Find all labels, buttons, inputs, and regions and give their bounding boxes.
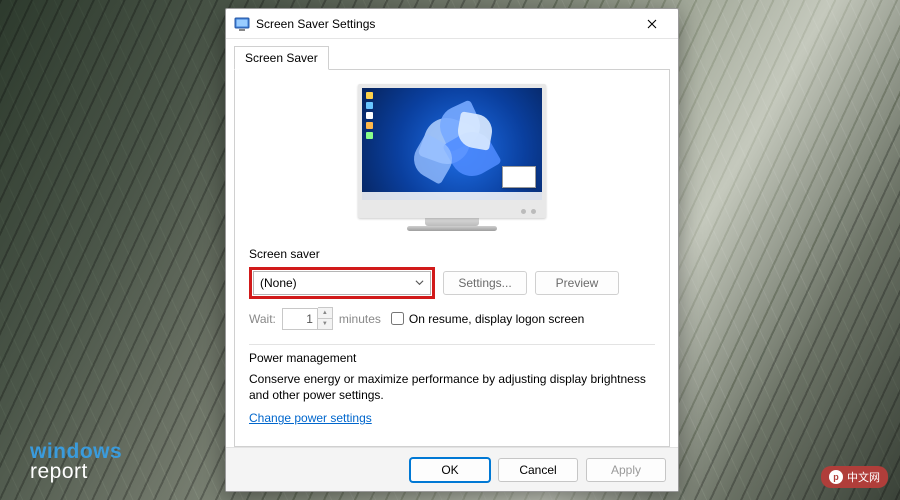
cancel-button[interactable]: Cancel: [498, 458, 578, 482]
dialog-footer: OK Cancel Apply: [226, 447, 678, 491]
preview-screen: [362, 88, 542, 200]
on-resume-label: On resume, display logon screen: [409, 312, 584, 326]
spinner-up-icon[interactable]: ▲: [318, 308, 332, 319]
settings-button[interactable]: Settings...: [443, 271, 527, 295]
chevron-down-icon: [415, 276, 424, 290]
tab-panel: Screen saver (None) Settings... Preview …: [234, 69, 670, 447]
close-icon: [647, 19, 657, 29]
screensaver-icon: [234, 16, 250, 32]
screensaver-group-label: Screen saver: [249, 247, 655, 261]
separator: [249, 344, 655, 345]
monitor-preview: [249, 80, 655, 241]
close-button[interactable]: [632, 11, 672, 37]
wait-unit: minutes: [339, 312, 381, 326]
on-resume-checkbox-input[interactable]: [391, 312, 404, 325]
tab-screen-saver[interactable]: Screen Saver: [234, 46, 329, 70]
apply-button[interactable]: Apply: [586, 458, 666, 482]
spinner-down-icon[interactable]: ▼: [318, 319, 332, 330]
windows-report-logo: windows report: [30, 442, 122, 482]
wait-spinner[interactable]: ▲ ▼: [282, 307, 333, 330]
change-power-settings-link[interactable]: Change power settings: [249, 411, 655, 425]
highlight-box: (None): [249, 267, 435, 299]
ok-button[interactable]: OK: [410, 458, 490, 482]
preview-button[interactable]: Preview: [535, 271, 619, 295]
screen-saver-settings-dialog: Screen Saver Settings Screen Saver: [225, 8, 679, 492]
wait-input[interactable]: [282, 308, 318, 330]
window-title: Screen Saver Settings: [256, 17, 632, 31]
screensaver-selected-value: (None): [260, 276, 297, 290]
wait-label: Wait:: [249, 312, 276, 326]
power-management-text: Conserve energy or maximize performance …: [249, 371, 655, 403]
tab-strip: Screen Saver: [226, 39, 678, 69]
titlebar[interactable]: Screen Saver Settings: [226, 9, 678, 39]
screensaver-dropdown[interactable]: (None): [253, 271, 431, 295]
power-management-label: Power management: [249, 351, 655, 365]
on-resume-checkbox[interactable]: On resume, display logon screen: [391, 312, 584, 326]
php-cn-badge: p中文网: [821, 466, 888, 488]
